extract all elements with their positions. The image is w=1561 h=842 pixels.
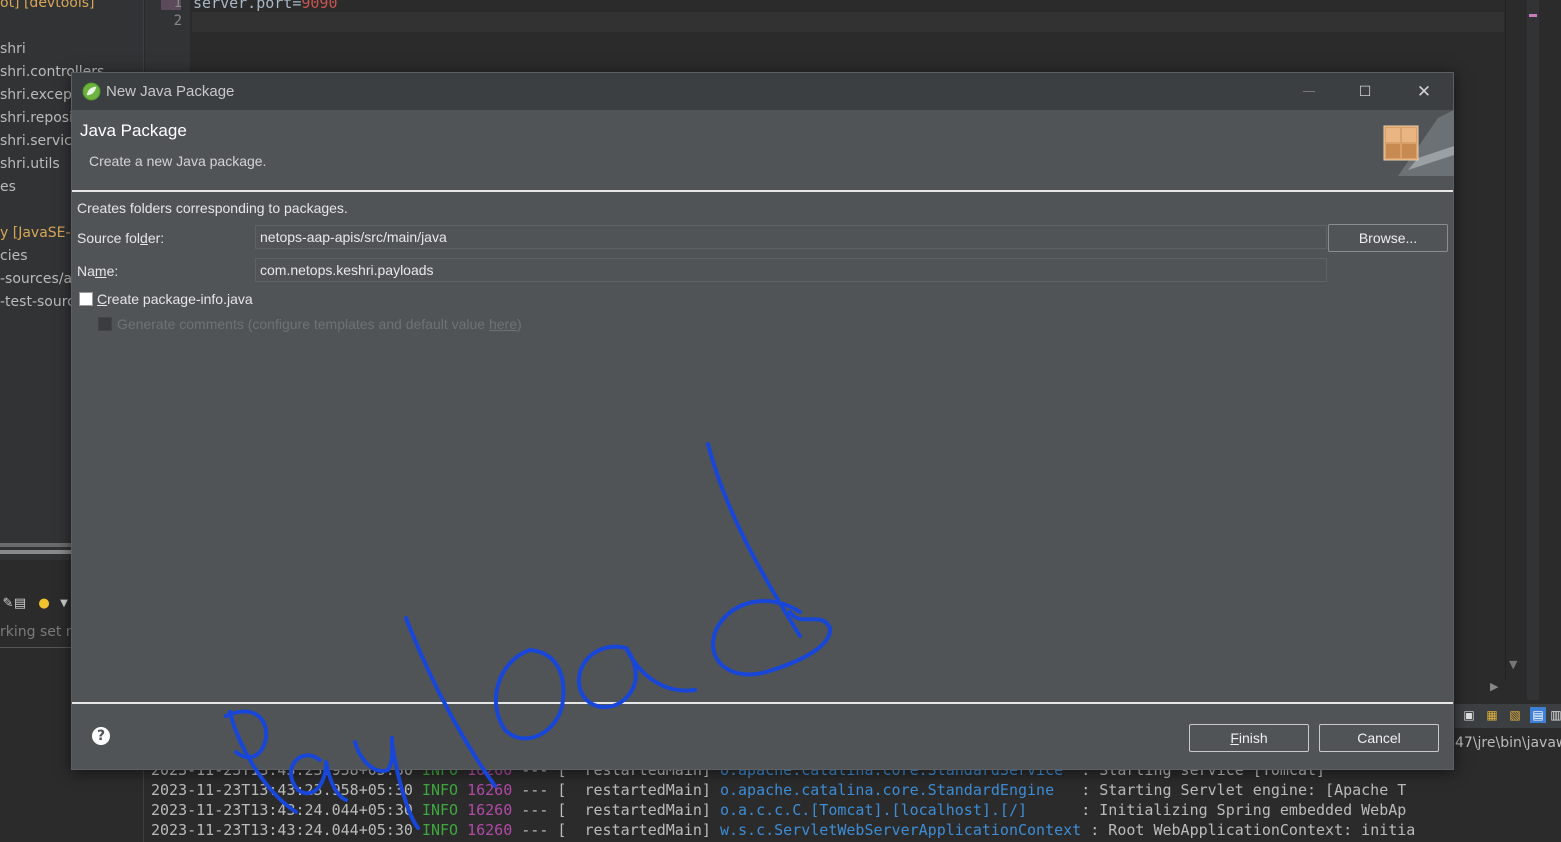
- tree-item[interactable]: cies: [0, 248, 28, 264]
- generate-comments-checkbox: [98, 317, 112, 331]
- label-part: Na: [77, 263, 95, 279]
- pin-console-icon[interactable]: ▤: [1530, 707, 1546, 723]
- templates-link: here: [488, 316, 518, 332]
- tree-item[interactable]: ot] [devtools]: [0, 0, 94, 11]
- dialog-title: New Java Package: [106, 83, 235, 100]
- generate-comments-label: Generate comments (configure templates a…: [117, 316, 522, 332]
- log-message: : Starting Servlet engine: [Apache T: [1054, 781, 1407, 799]
- line-number: 2: [173, 13, 182, 29]
- log-thread: restartedMain]: [584, 821, 711, 839]
- log-pid: 16260: [467, 801, 513, 819]
- console-log-line: 2023-11-23T13:43:23.958+05:30 INFO 16260…: [151, 781, 1406, 799]
- info-message: Creates folders corresponding to package…: [77, 200, 348, 216]
- log-message: : Root WebApplicationContext: initia: [1081, 821, 1416, 839]
- source-folder-input[interactable]: netops-aap-apis/src/main/java: [255, 225, 1327, 249]
- property-key: server.port: [193, 0, 293, 12]
- overview-ruler[interactable]: [1527, 0, 1539, 700]
- property-value: 9090: [301, 0, 338, 12]
- browse-button[interactable]: Browse...: [1328, 224, 1448, 252]
- scroll-lock-icon[interactable]: ▦: [1484, 707, 1500, 723]
- label-part: reate package-info.java: [107, 291, 253, 307]
- list-icon[interactable]: ▤: [12, 596, 28, 612]
- tree-item[interactable]: shri.utils: [0, 156, 60, 172]
- ruler-marker[interactable]: [1529, 14, 1537, 17]
- log-class: o.a.c.c.C.[Tomcat].[localhost].[/]: [719, 801, 1028, 819]
- package-name-input[interactable]: com.netops.keshri.payloads: [255, 258, 1327, 282]
- console-process-path: 47\jre\bin\javaw: [1455, 735, 1561, 751]
- tree-item[interactable]: y [JavaSE-1: [0, 225, 79, 241]
- code-line[interactable]: server.port=9090: [193, 0, 338, 12]
- log-level: INFO: [421, 801, 459, 819]
- spring-leaf-icon: [82, 82, 101, 101]
- log-timestamp: 2023-11-23T13:43:24.044+05:30: [151, 821, 413, 839]
- display-console-icon[interactable]: ▥: [1548, 707, 1561, 723]
- cancel-button[interactable]: Cancel: [1319, 724, 1439, 752]
- log-thread: restartedMain]: [584, 801, 711, 819]
- label-part: er:: [147, 230, 165, 246]
- new-java-package-dialog: New Java Package ☐ ✕ Java Package Create…: [71, 72, 1454, 770]
- tree-item[interactable]: es: [0, 179, 16, 195]
- scroll-down-arrow-icon[interactable]: ▼: [1509, 658, 1517, 671]
- line-number: 1: [173, 0, 182, 11]
- mnemonic: F: [1230, 730, 1239, 746]
- log-separator: --- [: [512, 801, 585, 819]
- label-part: Source fol: [77, 230, 141, 246]
- dialog-titlebar[interactable]: New Java Package ☐ ✕: [72, 73, 1453, 110]
- console-clear-icon[interactable]: ▣: [1461, 707, 1477, 723]
- wizard-banner: Java Package Create a new Java package.: [72, 110, 1454, 190]
- log-message: : Initializing Spring embedded WebAp: [1027, 801, 1407, 819]
- name-label: Name:: [77, 263, 118, 279]
- log-separator: --- [: [512, 821, 585, 839]
- minimize-icon: [1303, 91, 1315, 92]
- label-part: ): [517, 316, 522, 332]
- log-separator: --- [: [512, 781, 585, 799]
- current-line-highlight: [192, 12, 1504, 32]
- wizard-description: Create a new Java package.: [89, 153, 267, 169]
- tree-item[interactable]: -sources/ar: [0, 271, 78, 287]
- label-part: inish: [1238, 730, 1268, 746]
- console-log-line: 2023-11-23T13:43:24.044+05:30 INFO 16260…: [151, 801, 1406, 819]
- tree-item[interactable]: shri: [0, 41, 26, 57]
- mnemonic: d: [140, 230, 148, 246]
- label-part: Generate comments (configure templates a…: [117, 316, 489, 332]
- maximize-icon: ☐: [1358, 84, 1372, 100]
- wizard-title: Java Package: [80, 121, 187, 140]
- log-class: w.s.c.ServletWebServerApplicationContext: [719, 821, 1082, 839]
- minimize-button[interactable]: [1286, 78, 1332, 106]
- label-part: e:: [106, 263, 119, 279]
- create-package-info-label[interactable]: Create package-info.java: [97, 291, 253, 307]
- close-button[interactable]: ✕: [1401, 78, 1447, 106]
- footer-divider: [72, 702, 1453, 704]
- mnemonic: m: [94, 263, 107, 279]
- log-class: o.apache.catalina.core.StandardEngine: [719, 781, 1055, 799]
- console-log-line: 2023-11-23T13:43:24.044+05:30 INFO 16260…: [151, 821, 1415, 839]
- word-wrap-icon[interactable]: ▧: [1507, 707, 1523, 723]
- log-pid: 16260: [467, 821, 513, 839]
- mnemonic: C: [97, 291, 108, 307]
- log-level: INFO: [421, 821, 459, 839]
- header-divider: [72, 190, 1453, 192]
- package-wizard-icon: [1383, 110, 1454, 176]
- create-package-info-checkbox[interactable]: [79, 292, 93, 306]
- lightbulb-icon[interactable]: ●: [36, 596, 52, 612]
- log-pid: 16260: [467, 781, 513, 799]
- log-level: INFO: [421, 781, 459, 799]
- scroll-right-arrow-icon[interactable]: ▶: [1490, 680, 1498, 693]
- close-icon: ✕: [1416, 82, 1432, 102]
- log-timestamp: 2023-11-23T13:43:24.044+05:30: [151, 801, 413, 819]
- view-menu-icon[interactable]: ▼: [56, 596, 72, 612]
- finish-button[interactable]: Finish: [1189, 724, 1309, 752]
- maximize-button[interactable]: ☐: [1342, 78, 1388, 106]
- source-folder-label: Source folder:: [77, 230, 164, 246]
- log-thread: restartedMain]: [584, 781, 711, 799]
- help-icon[interactable]: ?: [92, 727, 110, 745]
- editor-vertical-scrollbar[interactable]: [1505, 0, 1528, 680]
- log-timestamp: 2023-11-23T13:43:23.958+05:30: [151, 781, 413, 799]
